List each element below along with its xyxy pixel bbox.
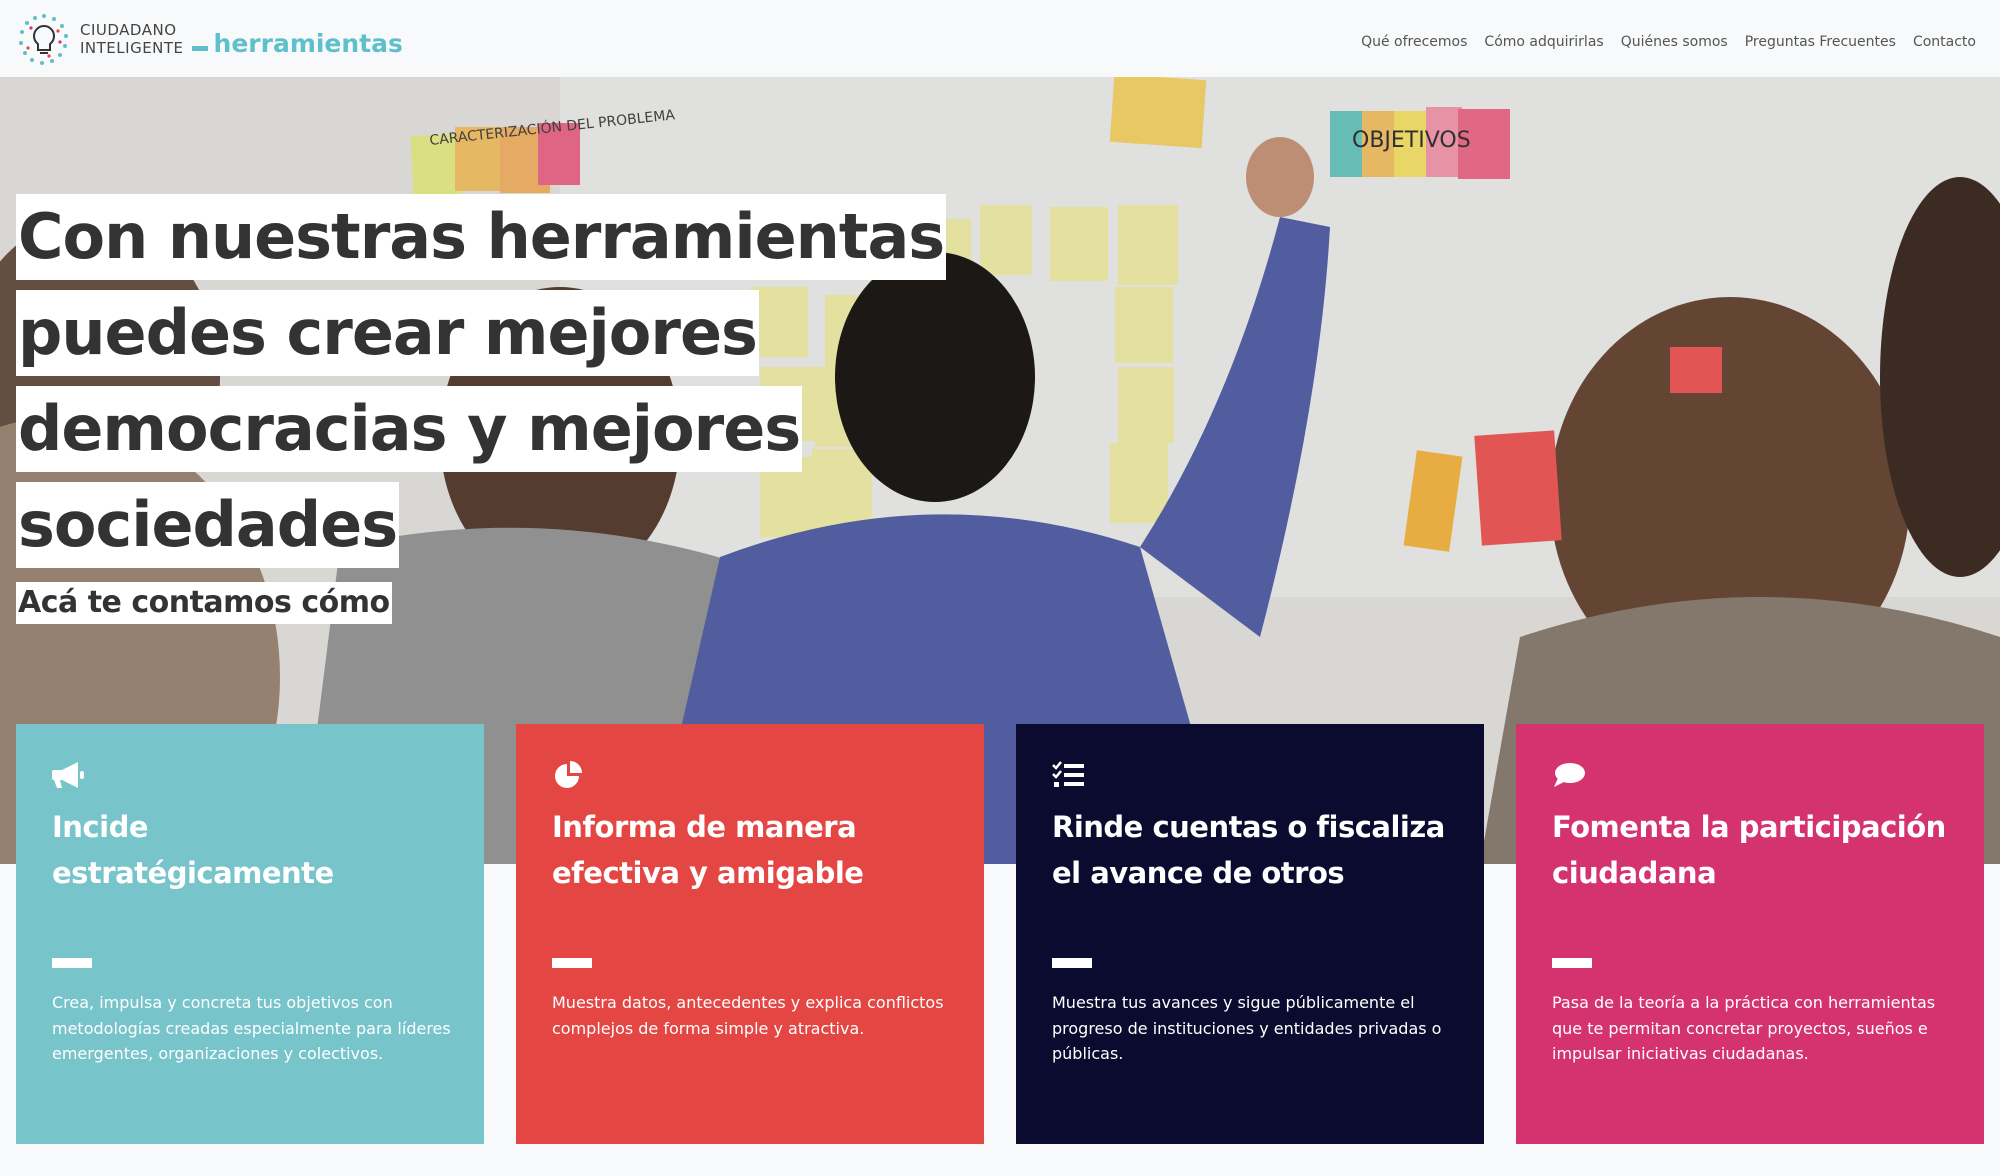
card-title-line-2: efectiva y amigable bbox=[552, 856, 864, 890]
card-title-line-2: estratégicamente bbox=[52, 856, 334, 890]
nav-item-como-adquirirlas[interactable]: Cómo adquirirlas bbox=[1484, 34, 1603, 50]
card-title-line-1: Rinde cuentas o fiscaliza bbox=[1052, 810, 1445, 844]
brand-logo[interactable]: CIUDADANO INTELIGENTE herramientas bbox=[16, 12, 403, 66]
card-title: Rinde cuentas o fiscaliza el avance de o… bbox=[1052, 804, 1448, 896]
card-informa[interactable]: Informa de manera efectiva y amigable Mu… bbox=[516, 724, 984, 1144]
brand-line-1: CIUDADANO bbox=[80, 21, 177, 39]
headline-line-2: puedes crear mejores bbox=[16, 290, 759, 376]
card-divider bbox=[1552, 958, 1592, 968]
feature-cards: Incide estratégicamente Crea, impulsa y … bbox=[16, 724, 1984, 1144]
card-divider bbox=[1052, 958, 1092, 968]
card-title: Informa de manera efectiva y amigable bbox=[552, 804, 948, 896]
card-title-line-2: el avance de otros bbox=[1052, 856, 1345, 890]
card-fomenta[interactable]: Fomenta la participación ciudadana Pasa … bbox=[1516, 724, 1984, 1144]
card-title: Incide estratégicamente bbox=[52, 804, 448, 896]
headline-line-4: sociedades bbox=[16, 482, 400, 568]
checklist-icon bbox=[1052, 761, 1084, 787]
site-header: CIUDADANO INTELIGENTE herramientas Qué o… bbox=[0, 0, 2000, 77]
card-description: Pasa de la teoría a la práctica con herr… bbox=[1552, 993, 1936, 1063]
card-title-line-1: Incide bbox=[52, 810, 149, 844]
lightbulb-logo-icon bbox=[16, 12, 72, 66]
hero-headline: Con nuestras herramientas puedes crear m… bbox=[16, 194, 976, 578]
speech-bubble-icon bbox=[1554, 763, 1585, 787]
card-rinde-cuentas[interactable]: Rinde cuentas o fiscaliza el avance de o… bbox=[1016, 724, 1484, 1144]
card-title-line-1: Fomenta la participación bbox=[1552, 810, 1946, 844]
card-divider bbox=[52, 958, 92, 968]
main-nav: Qué ofrecemos Cómo adquirirlas Quiénes s… bbox=[1361, 34, 1976, 50]
card-description: Muestra datos, antecedentes y explica co… bbox=[552, 993, 944, 1038]
nav-item-preguntas-frecuentes[interactable]: Preguntas Frecuentes bbox=[1745, 34, 1896, 50]
brand-tool-name: herramientas bbox=[213, 28, 403, 58]
nav-item-quienes-somos[interactable]: Quiénes somos bbox=[1621, 34, 1728, 50]
headline-line-3: democracias y mejores bbox=[16, 386, 803, 472]
card-description: Crea, impulsa y concreta tus objetivos c… bbox=[52, 993, 451, 1063]
headline-line-1: Con nuestras herramientas bbox=[16, 194, 947, 280]
pie-chart-icon bbox=[555, 761, 582, 788]
megaphone-icon bbox=[52, 762, 84, 788]
hero-subhead: Acá te contamos cómo bbox=[16, 582, 392, 624]
brand-line-2: INTELIGENTE bbox=[80, 39, 184, 57]
nav-item-que-ofrecemos[interactable]: Qué ofrecemos bbox=[1361, 34, 1467, 50]
card-title-line-1: Informa de manera bbox=[552, 810, 857, 844]
card-divider bbox=[552, 958, 592, 968]
brand-dash bbox=[191, 45, 208, 51]
nav-item-contacto[interactable]: Contacto bbox=[1913, 34, 1976, 50]
card-description: Muestra tus avances y sigue públicamente… bbox=[1052, 993, 1442, 1063]
card-incide[interactable]: Incide estratégicamente Crea, impulsa y … bbox=[16, 724, 484, 1144]
card-title-line-2: ciudadana bbox=[1552, 856, 1717, 890]
card-title: Fomenta la participación ciudadana bbox=[1552, 804, 1948, 896]
brand-name: CIUDADANO INTELIGENTE bbox=[80, 21, 184, 57]
